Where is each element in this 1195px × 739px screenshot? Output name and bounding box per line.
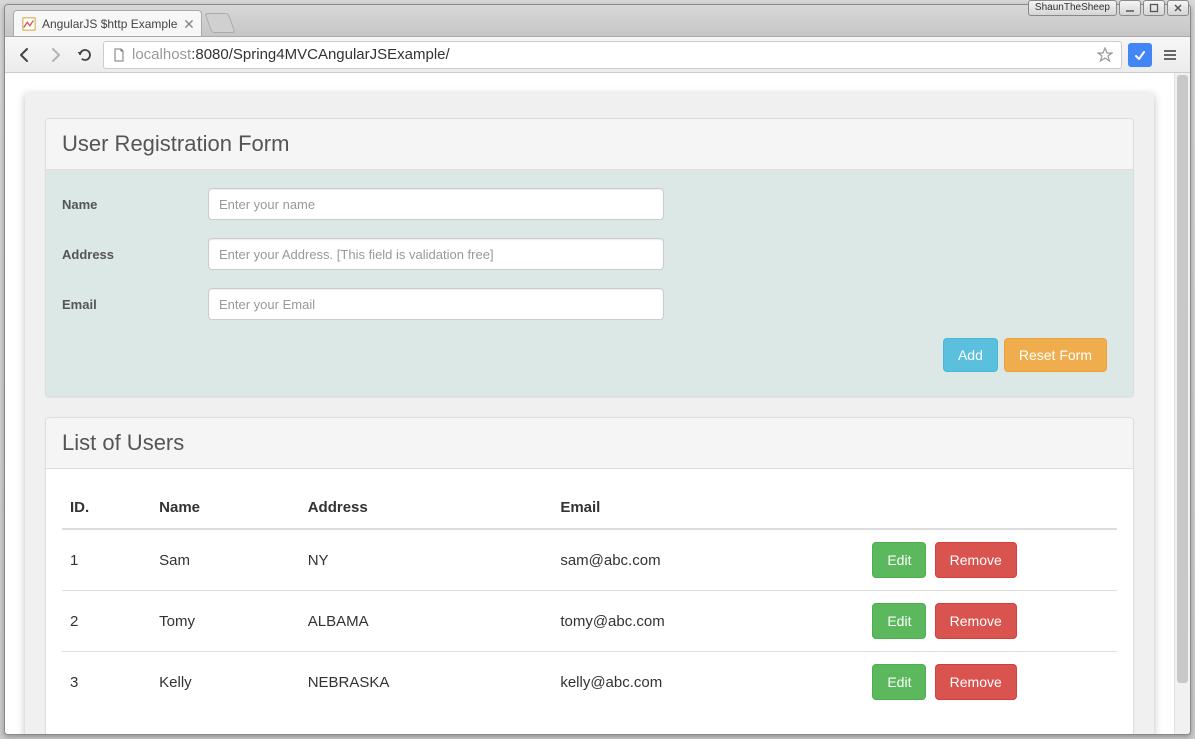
cell-email: kelly@abc.com [552, 652, 864, 713]
browser-tabstrip: AngularJS $http Example [5, 5, 1190, 37]
column-header-name: Name [151, 487, 300, 529]
back-button[interactable] [13, 43, 37, 67]
window-close-button[interactable] [1167, 0, 1189, 16]
browser-tab-active[interactable]: AngularJS $http Example [13, 10, 202, 36]
browser-viewport: User Registration Form Name Address Emai… [5, 73, 1190, 734]
users-list-panel: List of Users ID. Name Address Email [45, 417, 1134, 734]
cell-actions: Edit Remove [864, 591, 1117, 652]
os-username-badge: ShaunTheSheep [1028, 0, 1117, 16]
url-path: :8080/Spring4MVCAngularJSExample/ [191, 46, 449, 63]
email-label: Email [62, 297, 208, 312]
cell-actions: Edit Remove [864, 529, 1117, 591]
browser-menu-button[interactable] [1158, 43, 1182, 67]
remove-button[interactable]: Remove [935, 664, 1017, 700]
table-row: 2 Tomy ALBAMA tomy@abc.com Edit Remove [62, 591, 1117, 652]
cell-address: NY [300, 529, 553, 591]
window-maximize-button[interactable] [1143, 0, 1165, 16]
cell-id: 2 [62, 591, 151, 652]
cell-name: Sam [151, 529, 300, 591]
new-tab-button[interactable] [205, 13, 236, 33]
favicon-icon [22, 17, 36, 31]
registration-form-panel: User Registration Form Name Address Emai… [45, 118, 1134, 397]
edit-button[interactable]: Edit [872, 603, 926, 639]
address-bar[interactable]: localhost:8080/Spring4MVCAngularJSExampl… [103, 41, 1122, 69]
cell-name: Kelly [151, 652, 300, 713]
name-label: Name [62, 197, 208, 212]
browser-tab-title: AngularJS $http Example [42, 17, 177, 31]
table-row: 3 Kelly NEBRASKA kelly@abc.com Edit Remo… [62, 652, 1117, 713]
address-label: Address [62, 247, 208, 262]
cell-address: NEBRASKA [300, 652, 553, 713]
table-row: 1 Sam NY sam@abc.com Edit Remove [62, 529, 1117, 591]
users-table: ID. Name Address Email 1 Sam NY sam@abc.… [62, 487, 1117, 712]
reload-button[interactable] [73, 43, 97, 67]
email-input[interactable] [208, 288, 664, 320]
remove-button[interactable]: Remove [935, 603, 1017, 639]
url-host: localhost [132, 46, 191, 63]
address-input[interactable] [208, 238, 664, 270]
tab-close-icon[interactable] [183, 18, 195, 30]
reset-form-button[interactable]: Reset Form [1004, 338, 1107, 372]
cell-email: tomy@abc.com [552, 591, 864, 652]
cell-email: sam@abc.com [552, 529, 864, 591]
cell-id: 1 [62, 529, 151, 591]
cell-address: ALBAMA [300, 591, 553, 652]
vertical-scrollbar[interactable] [1174, 73, 1190, 734]
cell-actions: Edit Remove [864, 652, 1117, 713]
cell-name: Tomy [151, 591, 300, 652]
add-button[interactable]: Add [943, 338, 998, 372]
name-input[interactable] [208, 188, 664, 220]
column-header-email: Email [552, 487, 864, 529]
column-header-actions [864, 487, 1117, 529]
scrollbar-thumb[interactable] [1177, 75, 1188, 683]
extension-button[interactable] [1128, 43, 1152, 67]
browser-toolbar: localhost:8080/Spring4MVCAngularJSExampl… [5, 37, 1190, 73]
edit-button[interactable]: Edit [872, 664, 926, 700]
browser-window: AngularJS $http Example localhost:8080/S… [4, 4, 1191, 735]
remove-button[interactable]: Remove [935, 542, 1017, 578]
registration-form-heading: User Registration Form [46, 119, 1133, 170]
page-icon [112, 48, 126, 62]
cell-id: 3 [62, 652, 151, 713]
column-header-id: ID. [62, 487, 151, 529]
users-list-heading: List of Users [46, 418, 1133, 469]
url-text: localhost:8080/Spring4MVCAngularJSExampl… [132, 46, 450, 63]
window-minimize-button[interactable] [1119, 0, 1141, 16]
column-header-address: Address [300, 487, 553, 529]
forward-button[interactable] [43, 43, 67, 67]
bookmark-star-icon[interactable] [1097, 47, 1113, 63]
edit-button[interactable]: Edit [872, 542, 926, 578]
